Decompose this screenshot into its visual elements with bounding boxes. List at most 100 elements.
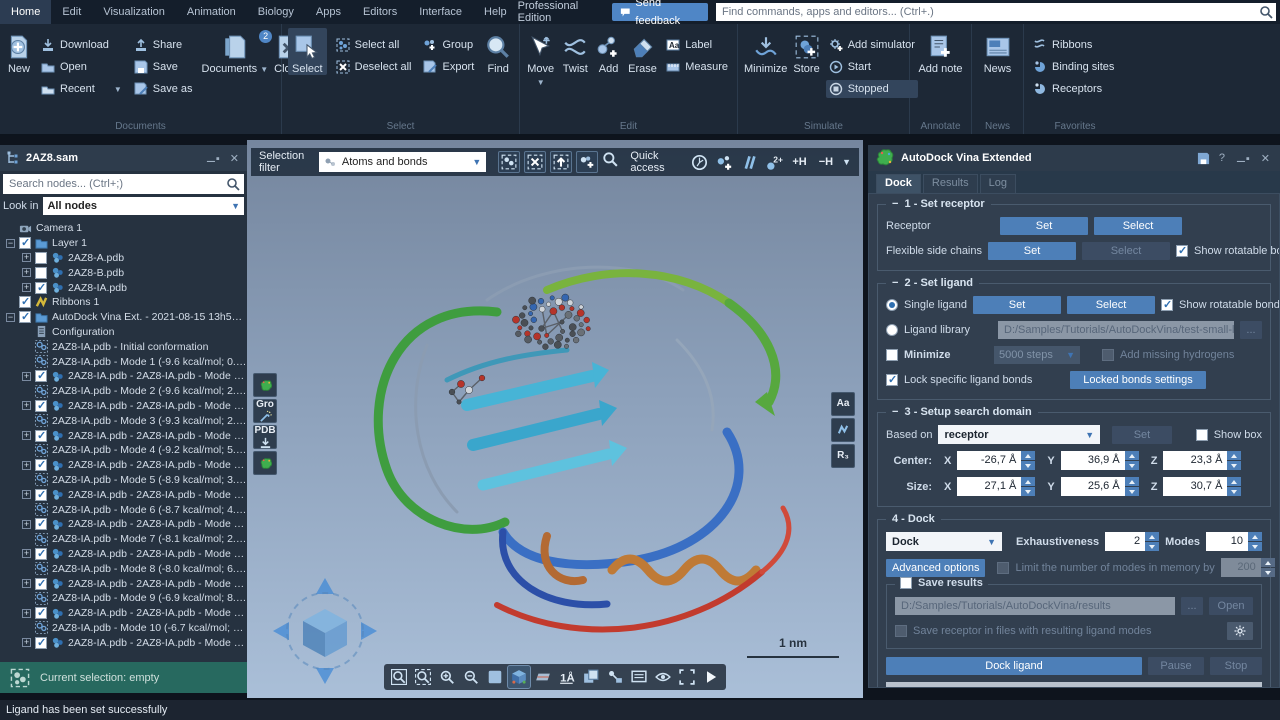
minimize-checkbox[interactable] — [886, 349, 898, 361]
spin-down-icon[interactable] — [1227, 487, 1241, 496]
tree-row[interactable]: +2AZ8-IA.pdb - 2AZ8-IA.pdb - Mode 2 (-9.… — [0, 399, 247, 414]
group-add-button[interactable] — [576, 151, 598, 173]
copy-image-button[interactable] — [580, 666, 602, 688]
tree-row[interactable]: 2AZ8-IA.pdb - Mode 2 (-9.6 kcal/mol; 2.3… — [0, 384, 247, 399]
search-icon[interactable] — [226, 177, 240, 191]
tree-row[interactable]: 2AZ8-IA.pdb - Mode 1 (-9.6 kcal/mol; 0.0… — [0, 354, 247, 369]
tree-row[interactable]: +2AZ8-IA.pdb - 2AZ8-IA.pdb - Mode 8 (-8.… — [0, 576, 247, 591]
news-button[interactable]: News — [978, 28, 1017, 75]
expand-icon[interactable]: + — [22, 253, 31, 262]
close-panel-icon[interactable]: ✕ — [1259, 152, 1272, 165]
advanced-options-button[interactable]: Advanced options — [886, 559, 985, 577]
new-button[interactable]: New — [6, 28, 32, 75]
current-selection-bar[interactable]: Current selection: empty — [0, 662, 247, 693]
open-button[interactable]: Open — [38, 58, 125, 76]
single-ligand-radio[interactable] — [886, 299, 898, 311]
bonds-button[interactable] — [741, 154, 758, 171]
favorite-ribbons[interactable]: Ribbons — [1030, 36, 1117, 54]
ligand-library-browse-button[interactable]: ... — [1240, 321, 1262, 339]
expand-icon[interactable]: + — [22, 638, 31, 647]
receptor-select-button[interactable]: Select — [1094, 217, 1182, 235]
favorite-binding-sites[interactable]: Binding sites — [1030, 58, 1117, 76]
magnify-button[interactable] — [602, 151, 618, 173]
tab-dock[interactable]: Dock — [876, 174, 921, 193]
modes-spinner[interactable]: 10 — [1206, 532, 1262, 551]
tree-row[interactable]: Configuration — [0, 325, 247, 340]
results-settings-button[interactable] — [1227, 622, 1253, 640]
deselect-all-button[interactable]: Deselect all — [333, 58, 415, 76]
share-button[interactable]: Share — [131, 36, 196, 54]
size-y-spinner[interactable]: 25,6 Å — [1061, 477, 1139, 496]
deselect-all-button[interactable] — [524, 151, 546, 173]
menu-item-biology[interactable]: Biology — [247, 0, 305, 24]
background-button[interactable] — [484, 666, 506, 688]
menu-item-interface[interactable]: Interface — [408, 0, 473, 24]
start-button[interactable]: Start — [826, 58, 918, 76]
flexible-set-button[interactable]: Set — [988, 242, 1076, 260]
save-settings-icon[interactable] — [1197, 152, 1210, 165]
add-atoms-button[interactable] — [716, 154, 733, 171]
one-angstrom-button[interactable]: 1Å — [556, 666, 578, 688]
visibility-checkbox[interactable] — [35, 637, 47, 649]
expand-icon[interactable]: + — [22, 490, 31, 499]
based-on-dropdown[interactable]: receptor ▼ — [938, 425, 1100, 444]
visibility-checkbox[interactable] — [35, 518, 47, 530]
zoom-select-button[interactable] — [412, 666, 434, 688]
exhaustiveness-spinner[interactable]: 2 — [1105, 532, 1159, 551]
expand-icon[interactable]: + — [22, 431, 31, 440]
label-button[interactable]: Aa Label — [663, 36, 731, 54]
tool-aa-button[interactable]: Aa — [831, 392, 855, 416]
visibility-checkbox[interactable] — [35, 267, 47, 279]
show-box-checkbox[interactable] — [1196, 429, 1208, 441]
tree-row[interactable]: +2AZ8-B.pdb — [0, 265, 247, 280]
expand-icon[interactable]: + — [22, 401, 31, 410]
expand-icon[interactable]: + — [22, 579, 31, 588]
spin-down-icon[interactable] — [1227, 461, 1241, 470]
tree-row[interactable]: −AutoDock Vina Ext. - 2021-08-15 13h51m3… — [0, 310, 247, 325]
send-feedback-button[interactable]: Send feedback — [612, 3, 708, 21]
save-button[interactable]: Save — [131, 58, 196, 76]
tree-row[interactable]: 2AZ8-IA.pdb - Mode 3 (-9.3 kcal/mol; 2.2… — [0, 413, 247, 428]
size-z-spinner[interactable]: 30,7 Å — [1163, 477, 1241, 496]
spin-down-icon[interactable] — [1021, 461, 1035, 470]
selection-filter-dropdown[interactable]: Atoms and bonds ▼ — [319, 152, 486, 172]
show-rotatable-bonds-checkbox[interactable] — [1176, 245, 1188, 257]
spin-up-icon[interactable] — [1125, 451, 1139, 460]
visibility-checkbox[interactable] — [35, 578, 47, 590]
store-button[interactable]: Store — [793, 28, 819, 75]
expand-icon[interactable]: + — [22, 283, 31, 292]
tree-row[interactable]: +2AZ8-IA.pdb — [0, 280, 247, 295]
visibility-checkbox[interactable] — [35, 370, 47, 382]
visibility-checkbox[interactable] — [35, 400, 47, 412]
pin-label-button[interactable] — [604, 666, 626, 688]
dock-mode-dropdown[interactable]: Dock ▼ — [886, 532, 1002, 551]
tree-row[interactable]: +2AZ8-IA.pdb - 2AZ8-IA.pdb - Mode 6 (-8.… — [0, 517, 247, 532]
orientation-cube-button[interactable] — [508, 666, 530, 688]
tree-row[interactable]: Ribbons 1 — [0, 295, 247, 310]
menu-item-visualization[interactable]: Visualization — [92, 0, 176, 24]
spin-down-icon[interactable] — [1125, 461, 1139, 470]
spin-up-icon[interactable] — [1227, 451, 1241, 460]
gro-tool-button[interactable]: Gro — [253, 399, 277, 423]
ligand-show-rotatable-checkbox[interactable] — [1161, 299, 1173, 311]
visibility-checkbox[interactable] — [35, 282, 47, 294]
center-z-spinner[interactable]: 23,3 Å — [1163, 451, 1241, 470]
results-open-button[interactable]: Open — [1209, 597, 1253, 615]
spin-up-icon[interactable] — [1021, 451, 1035, 460]
minimize-steps-dropdown[interactable]: 5000 steps ▼ — [994, 346, 1080, 364]
ligand-library-path-field[interactable]: D:/Samples/Tutorials/AutoDockVina/test-s… — [998, 321, 1234, 339]
stopped-button[interactable]: Stopped — [826, 80, 918, 98]
group-button[interactable]: Group — [420, 36, 477, 54]
tree-row[interactable]: +2AZ8-IA.pdb - 2AZ8-IA.pdb - Mode 3 (-9.… — [0, 428, 247, 443]
tree-row[interactable]: 2AZ8-IA.pdb - Mode 7 (-8.1 kcal/mol; 2.7… — [0, 532, 247, 547]
play-button[interactable] — [700, 666, 722, 688]
spin-up-icon[interactable] — [1227, 477, 1241, 486]
tab-results[interactable]: Results — [923, 174, 978, 193]
tab-log[interactable]: Log — [980, 174, 1016, 193]
add-button[interactable]: Add — [595, 28, 622, 75]
zoom-fit-button[interactable] — [388, 666, 410, 688]
tree-row[interactable]: +2AZ8-A.pdb — [0, 251, 247, 266]
dock-ligand-button[interactable]: Dock ligand — [886, 657, 1142, 675]
limit-modes-spinner[interactable]: 200 — [1221, 558, 1275, 577]
visibility-checkbox[interactable] — [35, 252, 47, 264]
